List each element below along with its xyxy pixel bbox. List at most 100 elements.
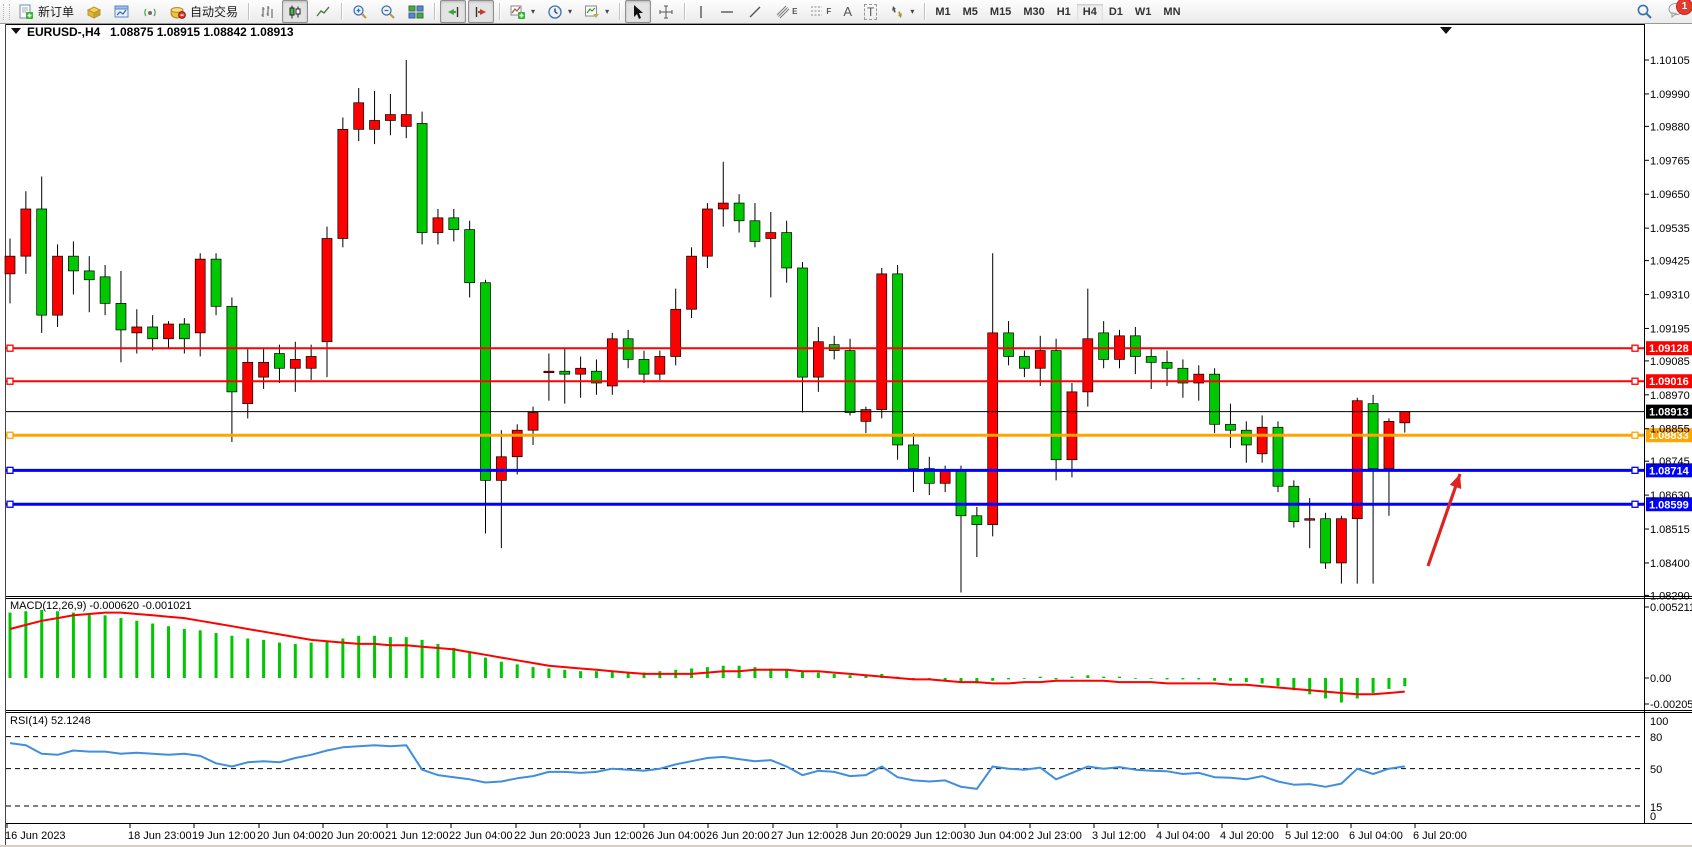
candle[interactable] (195, 259, 205, 333)
trendline-tool-button[interactable] (742, 0, 768, 23)
chart-shift-button[interactable] (468, 0, 494, 23)
timeframe-m1-button[interactable]: M1 (929, 4, 956, 20)
hline-object[interactable]: 1.08714 (6, 463, 1692, 477)
candle[interactable] (259, 362, 269, 377)
line-handle[interactable] (7, 345, 13, 351)
market-watch-button[interactable] (81, 0, 107, 23)
line-handle[interactable] (1632, 501, 1638, 507)
search-icon[interactable] (1636, 3, 1654, 21)
candle[interactable] (1146, 356, 1156, 362)
candle[interactable] (274, 354, 284, 369)
candle[interactable] (782, 233, 792, 268)
new-order-button[interactable]: 新订单 (13, 0, 79, 23)
timeframe-m5-button[interactable]: M5 (957, 4, 984, 20)
candle[interactable] (560, 371, 570, 374)
chart-canvas[interactable]: EURUSD-,H4 1.08875 1.08915 1.08842 1.089… (0, 0, 1692, 847)
candle[interactable] (1352, 401, 1362, 519)
candle[interactable] (116, 303, 126, 330)
candle[interactable] (243, 362, 253, 403)
candle[interactable] (1321, 519, 1331, 563)
auto-scroll-button[interactable] (440, 0, 466, 23)
candle[interactable] (798, 268, 808, 377)
candle[interactable] (671, 309, 681, 356)
candle[interactable] (465, 230, 475, 283)
text-tool-button[interactable]: A (838, 0, 857, 23)
candle[interactable] (1400, 412, 1410, 423)
candle[interactable] (877, 274, 887, 410)
candle[interactable] (766, 233, 776, 239)
candle[interactable] (940, 472, 950, 484)
candle[interactable] (84, 271, 94, 280)
arrows-tool-button[interactable]: ▾ (884, 0, 919, 23)
auto-trading-button[interactable]: 自动交易 (165, 0, 243, 23)
candle[interactable] (37, 209, 47, 315)
bar-chart-mode-button[interactable] (254, 0, 280, 23)
candle[interactable] (449, 218, 459, 230)
line-handle[interactable] (1632, 432, 1638, 438)
candle[interactable] (417, 123, 427, 232)
candle[interactable] (687, 256, 697, 309)
timeframe-h4-button[interactable]: H4 (1077, 4, 1103, 20)
candle[interactable] (322, 238, 332, 341)
equidistant-channel-tool-button[interactable]: E (770, 0, 802, 23)
timeframe-d1-button[interactable]: D1 (1103, 4, 1129, 20)
fibonacci-tool-button[interactable]: F (804, 0, 836, 23)
line-handle[interactable] (7, 501, 13, 507)
candle[interactable] (370, 120, 380, 129)
candle[interactable] (496, 457, 506, 481)
crosshair-tool-button[interactable] (653, 0, 679, 23)
candle[interactable] (544, 371, 554, 372)
drawn-arrow-object[interactable] (1428, 474, 1461, 566)
candle[interactable] (21, 209, 31, 256)
vertical-line-tool-button[interactable] (690, 0, 712, 23)
candle[interactable] (655, 356, 665, 374)
candle[interactable] (1162, 362, 1172, 368)
candle[interactable] (1384, 421, 1394, 468)
toolbar-grip[interactable] (3, 4, 10, 20)
line-handle[interactable] (7, 432, 13, 438)
candle[interactable] (401, 115, 411, 127)
candle[interactable] (813, 342, 823, 377)
candle[interactable] (211, 259, 221, 306)
candle[interactable] (1305, 519, 1315, 520)
hline-object[interactable]: 1.08833 (6, 428, 1692, 442)
candle[interactable] (750, 221, 760, 242)
charts-button[interactable] (109, 0, 135, 23)
candle[interactable] (988, 333, 998, 525)
tile-windows-button[interactable] (403, 0, 429, 23)
candle[interactable] (1067, 392, 1077, 460)
horizontal-line-tool-button[interactable] (714, 0, 740, 23)
candle[interactable] (68, 256, 78, 271)
candle[interactable] (734, 203, 744, 221)
line-handle[interactable] (7, 378, 13, 384)
candle[interactable] (1225, 424, 1235, 430)
candle[interactable] (1241, 430, 1251, 445)
periods-button[interactable]: ▾ (542, 0, 577, 23)
candle[interactable] (290, 359, 300, 368)
candle[interactable] (100, 277, 110, 304)
timeframe-w1-button[interactable]: W1 (1129, 4, 1158, 20)
candle[interactable] (338, 129, 348, 238)
candle[interactable] (972, 516, 982, 525)
candle[interactable] (718, 203, 728, 209)
candle[interactable] (1099, 333, 1109, 360)
line-handle[interactable] (1632, 467, 1638, 473)
candle[interactable] (53, 256, 63, 315)
timeframe-m15-button[interactable]: M15 (984, 4, 1017, 20)
line-handle[interactable] (1632, 345, 1638, 351)
indicators-button[interactable]: ▾ (505, 0, 540, 23)
timeframe-mn-button[interactable]: MN (1157, 4, 1186, 20)
chart-expand-caret-icon[interactable] (1440, 27, 1452, 34)
candle[interactable] (1019, 356, 1029, 368)
candle[interactable] (148, 327, 158, 339)
candle[interactable] (433, 218, 443, 233)
candle[interactable] (5, 256, 15, 274)
cursor-tool-button[interactable] (625, 0, 651, 23)
hline-object[interactable]: 1.08599 (6, 497, 1692, 511)
signals-button[interactable] (137, 0, 163, 23)
candle[interactable] (1336, 519, 1346, 563)
time-axis[interactable]: 16 Jun 202318 Jun 23:0019 Jun 12:0020 Ju… (5, 823, 1467, 842)
zoom-out-button[interactable] (375, 0, 401, 23)
candle[interactable] (639, 359, 649, 374)
candle[interactable] (702, 209, 712, 256)
